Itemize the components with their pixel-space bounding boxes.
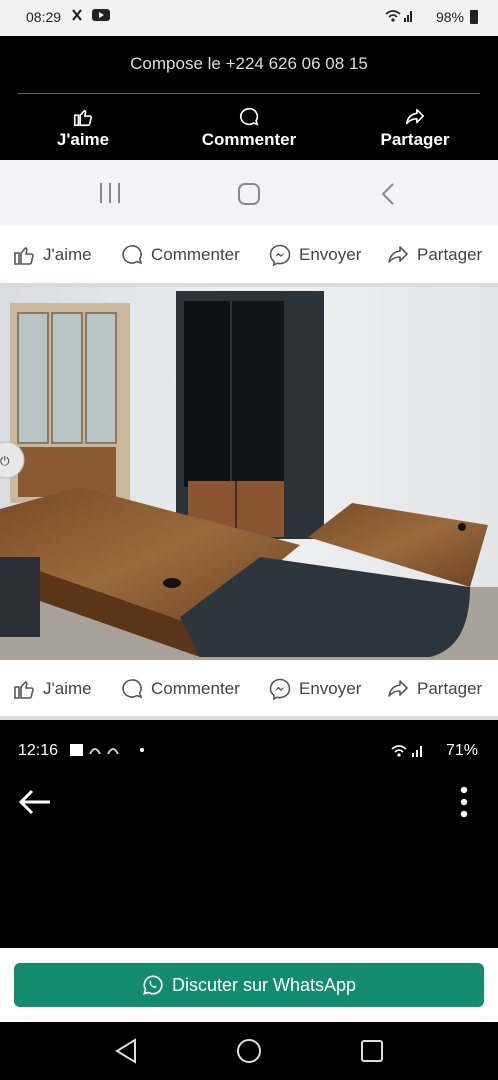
office-desk-photo: ⏻ <box>0 287 498 660</box>
comment-label: Commenter <box>151 679 240 698</box>
recents-square-icon[interactable] <box>360 1039 384 1068</box>
video-share-label: Partager <box>380 130 450 149</box>
second-screen: 12:16 71% <box>0 720 498 948</box>
thumbs-up-icon <box>73 109 93 127</box>
whatsapp-cta-bar: Discuter sur WhatsApp <box>0 948 498 1022</box>
whatsapp-chat-button[interactable]: Discuter sur WhatsApp <box>14 963 484 1007</box>
wifi-signal-icon <box>390 744 426 763</box>
recent-apps-icon[interactable] <box>98 182 122 209</box>
thumbs-up-icon <box>14 247 34 265</box>
video-comment-button[interactable]: Commenter <box>184 106 314 150</box>
like-button[interactable]: J'aime <box>12 677 92 701</box>
share-icon <box>405 108 425 125</box>
status-bar-top: 08:29 98% <box>0 0 498 36</box>
wifi-signal-icon <box>384 9 414 26</box>
comment-label: Commenter <box>151 245 240 264</box>
whatsapp-chat-label: Discuter sur WhatsApp <box>171 974 357 995</box>
comment-button[interactable]: Commenter <box>120 243 240 267</box>
send-label: Envoyer <box>299 679 362 698</box>
svg-text:⏻: ⏻ <box>0 454 10 468</box>
video-like-label: J'aime <box>56 130 110 149</box>
battery-icon <box>470 10 478 24</box>
share-icon <box>388 680 408 697</box>
send-button[interactable]: Envoyer <box>268 677 361 701</box>
notification-icon-set <box>72 9 110 21</box>
battery-percent: 98% <box>435 9 464 25</box>
whatsapp-icon <box>143 975 163 995</box>
more-options-icon[interactable] <box>460 786 468 823</box>
messenger-icon <box>269 678 291 701</box>
share-button[interactable]: Partager <box>386 243 482 267</box>
messenger-icon <box>269 244 291 267</box>
compose-phone-text: Compose le +224 626 06 08 15 <box>130 54 368 73</box>
status-time-second: 12:16 <box>18 742 59 759</box>
video-like-button[interactable]: J'aime <box>18 106 148 150</box>
home-icon[interactable] <box>237 182 261 211</box>
post-photo[interactable]: ⏻ <box>0 287 498 660</box>
like-label: J'aime <box>43 679 92 698</box>
comment-icon <box>122 245 143 265</box>
notification-icons-second <box>70 742 150 763</box>
send-button[interactable]: Envoyer <box>268 243 361 267</box>
like-button[interactable]: J'aime <box>12 243 92 267</box>
comment-button[interactable]: Commenter <box>120 677 240 701</box>
comment-icon <box>240 107 259 126</box>
share-icon <box>388 246 408 263</box>
divider <box>18 93 480 94</box>
back-icon[interactable] <box>380 182 396 211</box>
system-nav-bar-dark <box>0 1022 498 1080</box>
back-arrow-icon[interactable] <box>18 788 52 821</box>
comment-icon <box>122 679 143 699</box>
post-action-bar-1: J'aime Commenter Envoyer Partager <box>0 226 498 284</box>
post-action-bar-2: J'aime Commenter Envoyer Partager <box>0 660 498 718</box>
video-comment-label: Commenter <box>201 130 297 149</box>
notification-icons <box>72 8 114 25</box>
home-circle-icon[interactable] <box>236 1038 262 1069</box>
battery-percent-second: 71% <box>445 742 478 759</box>
share-label: Partager <box>417 679 483 698</box>
share-label: Partager <box>417 245 483 264</box>
thumbs-up-icon <box>14 681 34 699</box>
system-nav-bar-light <box>0 160 498 226</box>
share-button[interactable]: Partager <box>386 677 482 701</box>
send-label: Envoyer <box>299 245 362 264</box>
status-time: 08:29 <box>26 9 62 25</box>
video-overlay: Compose le +224 626 06 08 15 J'aime Comm… <box>0 36 498 160</box>
back-triangle-icon[interactable] <box>114 1038 138 1069</box>
video-share-button[interactable]: Partager <box>350 106 480 150</box>
like-label: J'aime <box>43 245 92 264</box>
